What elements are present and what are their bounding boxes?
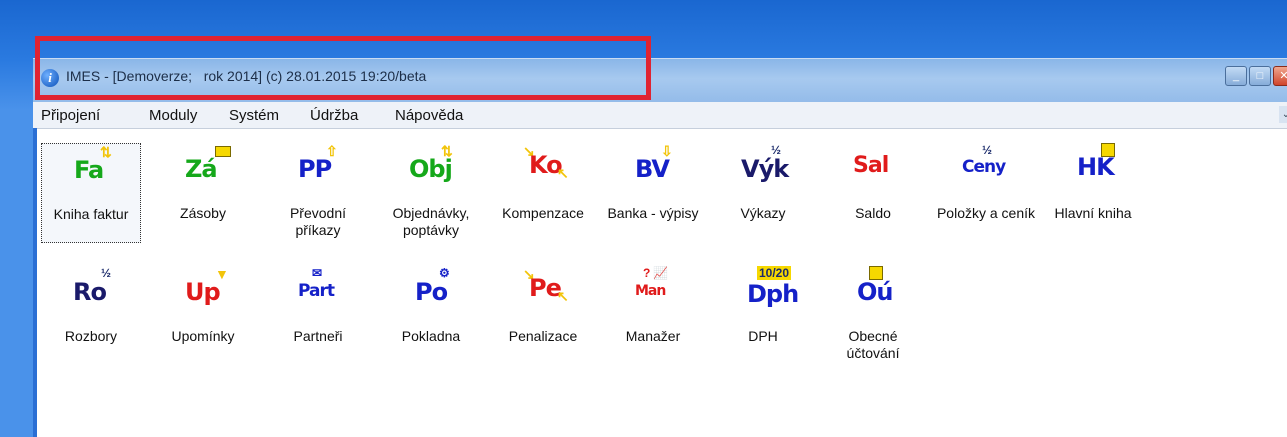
tile-polozky-cenik[interactable]: ½ Ceny Položky a ceník <box>936 143 1036 243</box>
tile-label: Výkazy <box>740 205 786 221</box>
analysis-icon: Ro ½ <box>73 266 112 306</box>
tile-label: Banka - výpisy <box>607 205 699 221</box>
invoice-book-icon: Fa ⇅ <box>74 144 112 184</box>
tile-label: Kniha faktur <box>53 206 129 222</box>
vat-icon: 10/20 Dph <box>747 266 799 308</box>
compensation-icon: ↘ Ko ↖ <box>523 143 569 181</box>
tile-prevodni-prikazy[interactable]: PP ⇧ Převodní příkazy <box>268 143 368 243</box>
tile-label: Kompenzace <box>502 205 584 221</box>
menu-label: Moduly <box>149 107 198 124</box>
tile-dph[interactable]: 10/20 Dph DPH <box>713 266 813 366</box>
title-highlight-box <box>35 36 651 100</box>
menu-label: Údržba <box>310 107 359 124</box>
tile-label: Rozbory <box>64 328 118 344</box>
tile-upominky[interactable]: Up ▼ Upomínky <box>153 266 253 366</box>
menu-bar: Připojení Moduly Systém Údržba Nápověda … <box>33 102 1287 129</box>
general-accounting-icon: Oú <box>823 266 923 306</box>
tile-label: Převodní příkazy <box>289 205 347 238</box>
price-list-icon: ½ Ceny <box>962 143 1006 177</box>
tile-rozbory[interactable]: Ro ½ Rozbory <box>41 266 141 366</box>
penalties-icon: ↘ Pe ↖ <box>523 266 569 304</box>
tile-kniha-faktur[interactable]: Fa ⇅ Kniha faktur <box>41 143 141 243</box>
stock-icon: Zá <box>153 143 253 183</box>
menu-udrzba[interactable]: Údržba <box>310 107 358 124</box>
reminders-icon: Up ▼ <box>185 266 229 306</box>
tile-label: Partneři <box>293 328 343 344</box>
tile-label: Objednávky, poptávky <box>392 205 470 238</box>
orders-icon: Obj ⇅ <box>409 143 453 183</box>
tile-banka-vypisy[interactable]: BV ⇩ Banka - výpisy <box>603 143 703 243</box>
tile-obecne-uctovani[interactable]: Oú Obecné účtování <box>823 266 923 366</box>
close-button[interactable]: ✕ <box>1273 66 1287 86</box>
tile-label: DPH <box>748 328 778 344</box>
tile-label: Upomínky <box>171 328 235 344</box>
tile-label: Penalizace <box>508 328 578 344</box>
tile-label: Položky a ceník <box>936 205 1036 221</box>
reports-icon: Výk ½ <box>741 143 789 183</box>
cash-register-icon: Po ⚙ <box>415 266 450 306</box>
tile-label: Saldo <box>855 205 891 221</box>
tile-vykazy[interactable]: Výk ½ Výkazy <box>713 143 813 243</box>
tile-label: Hlavní kniha <box>1054 205 1132 221</box>
balance-icon: Sal <box>853 153 889 178</box>
tile-saldo[interactable]: Sal Saldo <box>823 143 923 243</box>
menu-system[interactable]: Systém <box>229 107 279 124</box>
general-ledger-icon: HK <box>1043 143 1143 183</box>
tile-zasoby[interactable]: Zá Zásoby <box>153 143 253 243</box>
menu-label: Nápověda <box>395 107 464 124</box>
window-left-edge <box>33 128 37 437</box>
tile-hlavni-kniha[interactable]: HK Hlavní kniha <box>1043 143 1143 243</box>
tile-label: Pokladna <box>401 328 461 344</box>
partners-icon: ✉ Part <box>298 266 335 301</box>
menu-label: Připojení <box>41 107 101 124</box>
menu-pripojeni[interactable]: Připojení <box>41 107 100 124</box>
tile-pokladna[interactable]: Po ⚙ Pokladna <box>381 266 481 366</box>
tile-penalizace[interactable]: ↘ Pe ↖ Penalizace <box>493 266 593 366</box>
minimize-button[interactable]: _ <box>1225 66 1247 86</box>
app-window: i IMES - [Demoverze; rok 2014] (c) 28.01… <box>33 58 1287 437</box>
tile-kompenzace[interactable]: ↘ Ko ↖ Kompenzace <box>493 143 593 243</box>
menu-napoveda[interactable]: Nápověda <box>395 107 463 124</box>
tile-label: Obecné účtování <box>846 328 900 361</box>
tile-partneri[interactable]: ✉ Part Partneři <box>268 266 368 366</box>
menu-label: Systém <box>229 107 280 124</box>
tile-manazer[interactable]: ? 📈 Man Manažer <box>603 266 703 366</box>
tile-label: Zásoby <box>180 205 226 221</box>
manager-icon: ? 📈 Man <box>635 266 668 299</box>
bank-statements-icon: BV ⇩ <box>635 143 673 183</box>
transfer-orders-icon: PP ⇧ <box>298 143 338 183</box>
menu-moduly[interactable]: Moduly <box>149 107 197 124</box>
tile-label: Manažer <box>625 328 681 344</box>
window-controls: _ □ ✕ <box>1225 66 1287 86</box>
maximize-button[interactable]: □ <box>1249 66 1271 86</box>
tile-objednavky[interactable]: Obj ⇅ Objednávky, poptávky <box>381 143 481 243</box>
chevron-down-icon[interactable]: ⌄ <box>1279 106 1287 123</box>
